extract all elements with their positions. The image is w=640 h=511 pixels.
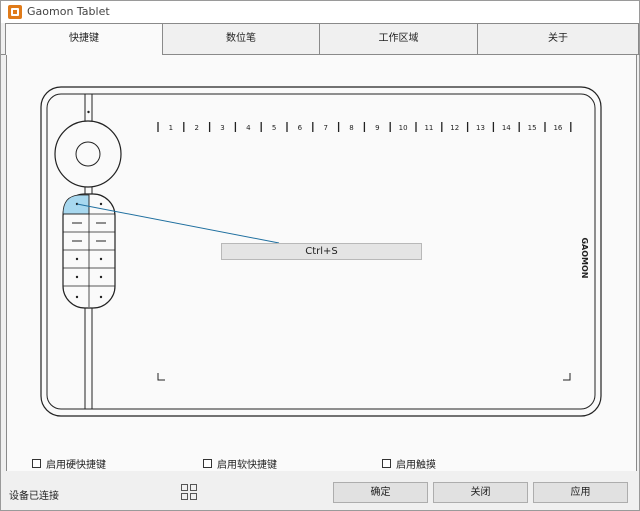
- tablet-diagram: GAOMON 1 2 3 4 5 6 7 8 9 10 11 12 13 14 15 16: [40, 86, 602, 417]
- hard-shortcut-option[interactable]: 启用硬快捷键: [32, 456, 106, 471]
- close-button[interactable]: 关闭: [433, 482, 528, 503]
- hard-shortcut-checkbox[interactable]: [32, 458, 41, 468]
- touch-option[interactable]: 启用触摸: [382, 456, 436, 471]
- key-symbol-dot: [75, 295, 79, 299]
- express-key-label[interactable]: 9: [375, 124, 379, 132]
- ok-button[interactable]: 确定: [333, 482, 428, 503]
- key-symbol-dot: [75, 275, 79, 279]
- dial-center-button[interactable]: [75, 141, 101, 167]
- express-key-label[interactable]: 7: [323, 124, 327, 132]
- express-key-label[interactable]: 5: [272, 124, 276, 132]
- touch-label: 启用触摸: [396, 459, 436, 471]
- express-key-label[interactable]: 3: [220, 124, 224, 132]
- indicator-dot: [87, 110, 90, 114]
- express-key-label[interactable]: 2: [194, 124, 198, 132]
- app-window: Gaomon Tablet 快捷键 数位笔 工作区域 关于 GAOMON 1 2…: [0, 0, 640, 511]
- express-key-label[interactable]: 6: [298, 124, 303, 132]
- key-binding-label[interactable]: Ctrl+S: [221, 243, 422, 260]
- touch-checkbox[interactable]: [382, 458, 391, 468]
- express-key-label[interactable]: 13: [476, 124, 485, 132]
- brand-logo: GAOMON: [580, 237, 589, 278]
- express-key-label[interactable]: 15: [528, 124, 537, 132]
- apply-button[interactable]: 应用: [533, 482, 628, 503]
- work-area-corner-br: [563, 373, 571, 381]
- work-area-corner-bl: [157, 373, 165, 381]
- soft-shortcut-option[interactable]: 启用软快捷键: [203, 456, 277, 471]
- hard-shortcut-label: 启用硬快捷键: [46, 459, 106, 471]
- key-symbol-dot: [99, 295, 103, 299]
- soft-shortcut-checkbox[interactable]: [203, 458, 212, 468]
- soft-shortcut-label: 启用软快捷键: [217, 459, 277, 471]
- key-symbol-dot: [99, 202, 103, 206]
- key-symbol-dot: [75, 257, 79, 261]
- grid-icon[interactable]: [181, 484, 197, 500]
- connection-status: 设备已连接: [9, 491, 59, 502]
- express-key-label[interactable]: 1: [169, 124, 173, 132]
- express-key-label[interactable]: 8: [349, 124, 353, 132]
- express-key-label[interactable]: 12: [450, 124, 459, 132]
- express-key-label[interactable]: 16: [553, 124, 562, 132]
- key-symbol-dot: [99, 257, 103, 261]
- key-symbol-dot: [99, 275, 103, 279]
- express-key-label[interactable]: 14: [502, 124, 511, 132]
- express-key-label[interactable]: 10: [399, 124, 408, 132]
- express-key-label[interactable]: 11: [424, 124, 433, 132]
- express-key-label[interactable]: 4: [246, 124, 251, 132]
- express-key-ruler: 1 2 3 4 5 6 7 8 9 10 11 12 13 14 15 16: [157, 122, 572, 132]
